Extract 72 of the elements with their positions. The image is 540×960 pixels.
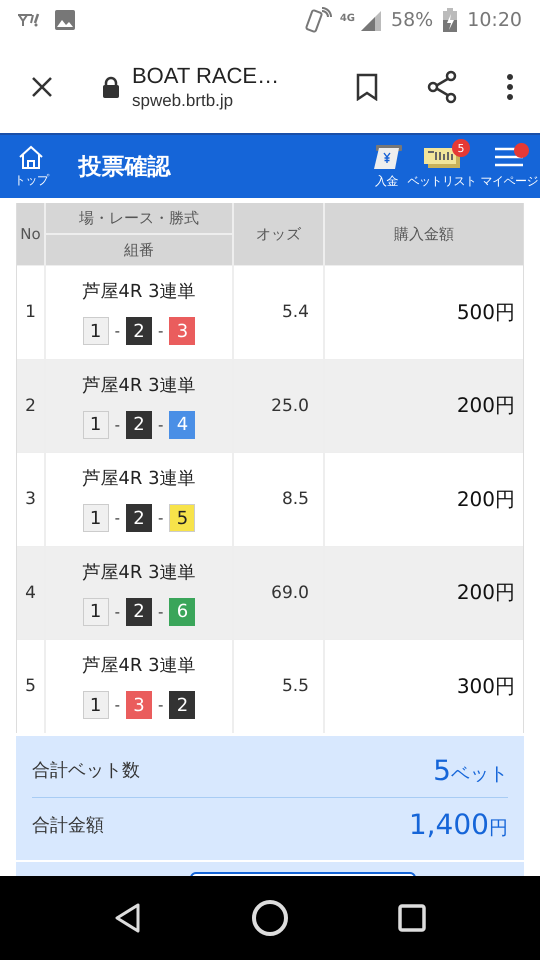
separator-dash: -: [114, 322, 120, 340]
column-header: 購入金額: [393, 224, 455, 244]
race-name: 芦屋4R 3連単: [82, 280, 196, 304]
page-heading: 投票確認: [78, 153, 172, 182]
home-circle-icon: [250, 898, 289, 937]
unit-label: 円: [489, 816, 508, 841]
amount-cell-text: 200円: [456, 579, 516, 606]
bookmark-icon: [356, 72, 378, 100]
race-name: 芦屋4R 3連単: [82, 654, 196, 678]
recents-button[interactable]: [398, 904, 426, 932]
back-button[interactable]: [114, 902, 142, 934]
share-icon: [426, 70, 458, 104]
signal-icon: [361, 9, 381, 31]
race-name: 芦屋4R 3連単: [82, 560, 196, 584]
boat-number: 1: [82, 504, 109, 532]
home-button[interactable]: [250, 898, 289, 937]
summary-value: 1,400: [408, 808, 489, 841]
separator-dash: -: [114, 696, 120, 714]
separator-dash: -: [158, 509, 164, 528]
separator-dash: -: [158, 696, 164, 714]
amount-cell-text: 500円: [456, 298, 516, 326]
image-icon: [54, 9, 76, 31]
summary-label: 合計ベット数: [32, 759, 140, 782]
separator-dash: -: [114, 416, 120, 434]
summary-label: 合計金額: [32, 814, 104, 836]
boat-number: 4: [169, 410, 196, 439]
column-header: 場・レース・勝式: [46, 203, 232, 235]
separator-dash: -: [114, 602, 120, 621]
unit-label: ベット: [451, 762, 508, 786]
separator-dash: -: [114, 509, 120, 528]
page-title: BOAT RACE…: [132, 62, 280, 88]
boat-number: 5: [169, 504, 196, 532]
amount-cell-text: 300円: [456, 672, 516, 700]
column-header: 組番: [123, 240, 155, 260]
back-icon: [114, 902, 142, 934]
boat-number: 1: [82, 410, 109, 439]
boat-number: 1: [82, 598, 109, 626]
boat-number: 3: [126, 691, 152, 720]
boat-number: 1: [82, 317, 109, 346]
table-cell: 5: [17, 640, 46, 732]
nfc-phone-icon: [304, 5, 334, 35]
url-text: spweb.brtb.jp: [132, 90, 234, 110]
race-name: 芦屋4R 3連単: [82, 374, 196, 397]
count-badge: 5: [452, 139, 470, 157]
boat-number: 2: [126, 598, 152, 626]
recents-icon: [398, 904, 426, 932]
amount-cell-text: 200円: [456, 486, 516, 513]
home-icon: [18, 144, 44, 170]
home-button[interactable]: トップ: [14, 144, 48, 189]
my-page-button[interactable]: マイページ: [480, 143, 538, 190]
boat-number: 1: [82, 691, 109, 720]
boat-number: 2: [126, 410, 152, 439]
more-icon: [506, 72, 514, 100]
deposit-button[interactable]: 入金: [370, 143, 404, 190]
separator-dash: -: [158, 602, 164, 621]
race-name: 芦屋4R 3連単: [82, 467, 196, 490]
clock: 10:20: [467, 9, 522, 31]
separator-dash: -: [158, 322, 164, 340]
battery-charging-icon: [443, 8, 458, 32]
close-icon: [30, 74, 54, 98]
network-label: 4G: [340, 13, 355, 24]
separator-dash: -: [158, 416, 164, 434]
amount-cell-text: 200円: [456, 392, 516, 420]
boat-number: 3: [169, 317, 196, 346]
boat-number: 2: [126, 317, 152, 346]
lock-icon: [102, 76, 120, 98]
battery-percent: 58%: [391, 9, 434, 31]
boat-number: 6: [169, 598, 196, 626]
boat-number: 2: [126, 504, 152, 532]
odds-cell: 5.5: [234, 640, 325, 732]
boat-number: 2: [169, 691, 196, 720]
summary-value: 5: [433, 754, 451, 786]
